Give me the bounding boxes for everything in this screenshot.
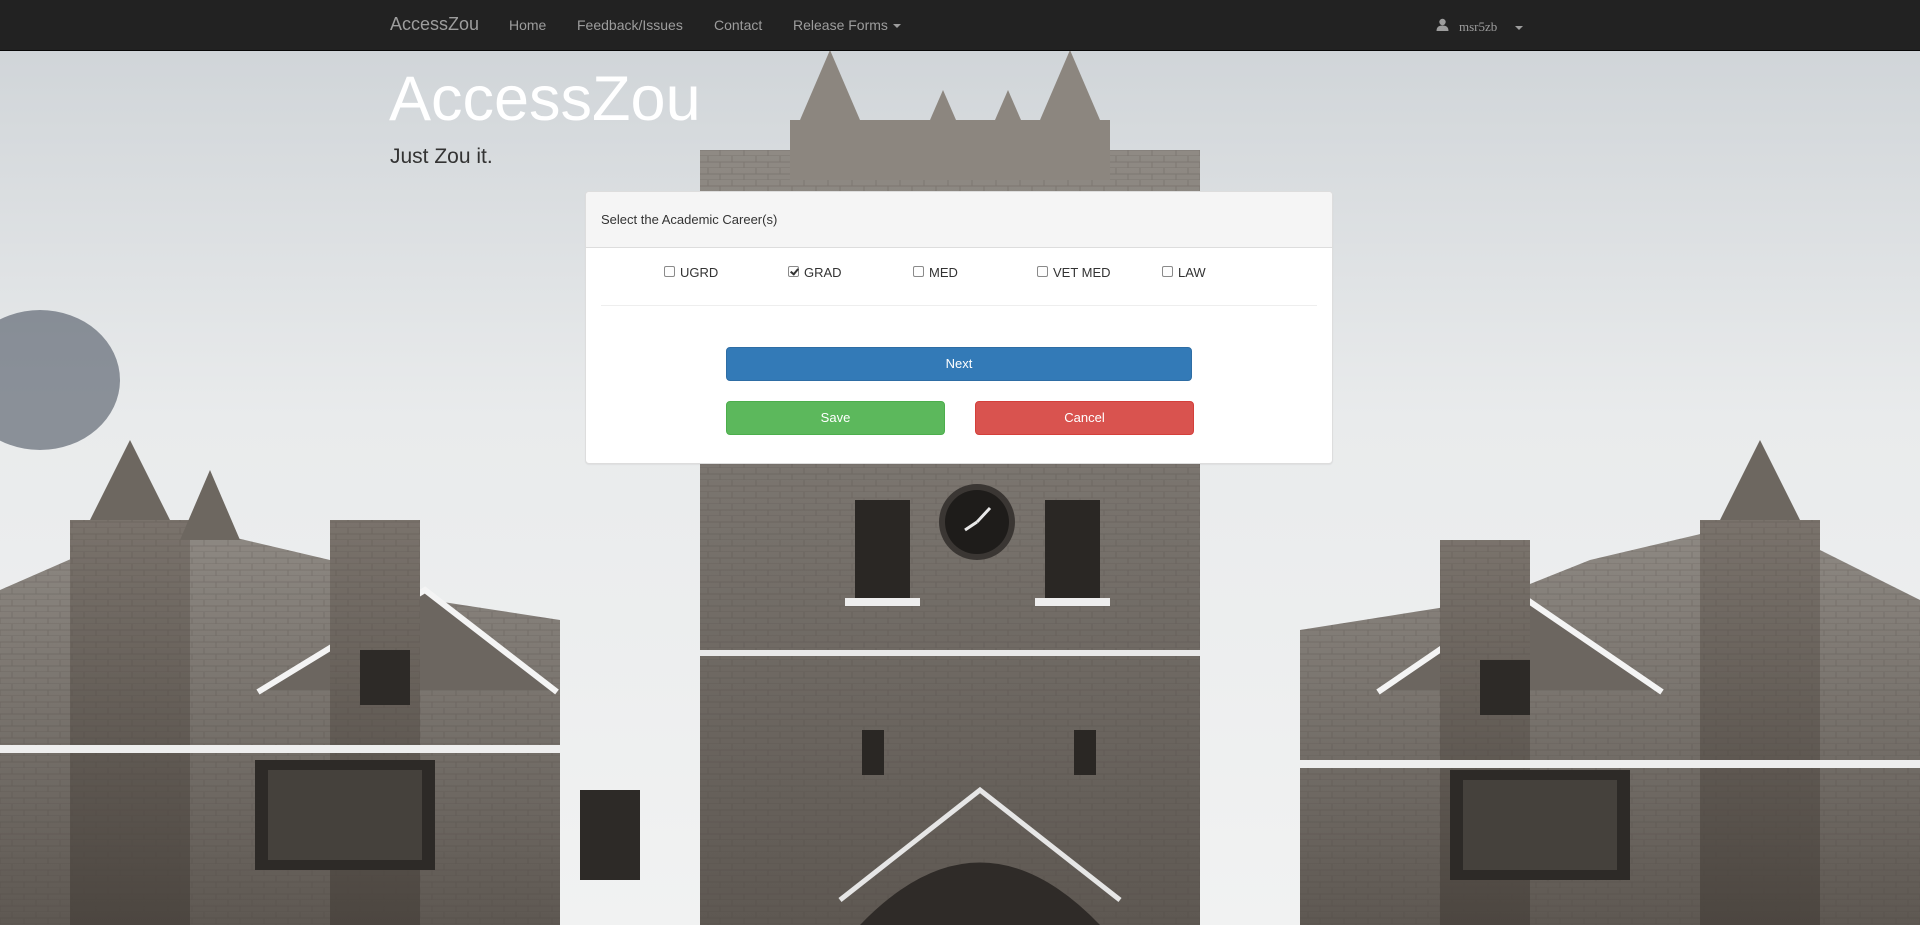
- chevron-down-icon: [892, 24, 901, 29]
- checkbox-icon[interactable]: [1037, 266, 1048, 277]
- checkbox-checked-icon[interactable]: [788, 266, 799, 277]
- nav-contact-link[interactable]: Contact: [714, 15, 762, 35]
- nav-home-link[interactable]: Home: [509, 15, 546, 35]
- page-subtitle: Just Zou it.: [390, 145, 493, 168]
- user-menu-dropdown[interactable]: msr5zb: [1436, 17, 1524, 37]
- career-label: LAW: [1178, 265, 1206, 280]
- cancel-button[interactable]: Cancel: [975, 401, 1194, 435]
- checkbox-icon[interactable]: [913, 266, 924, 277]
- page-title: AccessZou: [389, 64, 701, 134]
- checkbox-icon[interactable]: [664, 266, 675, 277]
- career-label: GRAD: [804, 265, 842, 280]
- nav-release-forms-dropdown[interactable]: Release Forms: [793, 15, 901, 35]
- career-checkbox-law[interactable]: LAW: [1162, 265, 1206, 281]
- divider: [601, 305, 1317, 306]
- career-label: VET MED: [1053, 265, 1111, 280]
- career-label: UGRD: [680, 265, 719, 280]
- checkbox-icon[interactable]: [1162, 266, 1173, 277]
- release-forms-label: Release Forms: [793, 17, 888, 33]
- academic-career-panel: Select the Academic Career(s) UGRD GRAD …: [585, 191, 1333, 464]
- save-button[interactable]: Save: [726, 401, 945, 435]
- top-navbar: AccessZou Home Feedback/Issues Contact R…: [0, 0, 1920, 51]
- career-checkbox-vet-med[interactable]: VET MED: [1037, 265, 1111, 281]
- next-button[interactable]: Next: [726, 347, 1192, 381]
- nav-feedback-link[interactable]: Feedback/Issues: [577, 15, 683, 35]
- username-label: msr5zb: [1459, 19, 1498, 34]
- career-checkbox-group: UGRD GRAD MED VET MED LAW: [586, 248, 1332, 298]
- career-label: MED: [929, 265, 958, 280]
- chevron-down-icon: [1515, 26, 1524, 31]
- brand-link[interactable]: AccessZou: [390, 14, 479, 34]
- panel-heading: Select the Academic Career(s): [586, 192, 1332, 248]
- career-checkbox-grad[interactable]: GRAD: [788, 265, 842, 281]
- user-icon: [1436, 17, 1449, 37]
- career-checkbox-med[interactable]: MED: [913, 265, 958, 281]
- career-checkbox-ugrd[interactable]: UGRD: [664, 265, 718, 281]
